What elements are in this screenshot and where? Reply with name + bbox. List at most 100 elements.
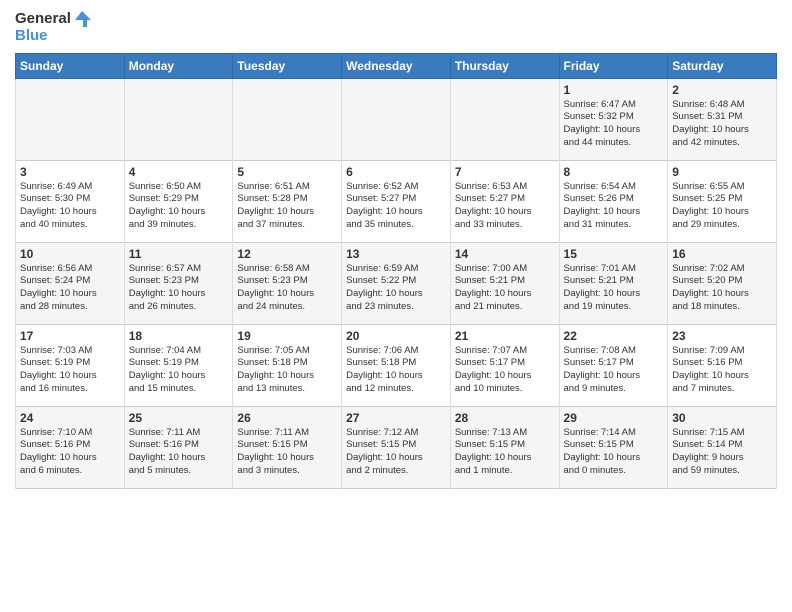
day-number: 8 [564,165,664,179]
calendar-cell: 6 Sunrise: 6:52 AM Sunset: 5:27 PM Daylig… [342,160,451,242]
calendar-cell: 16 Sunrise: 7:02 AM Sunset: 5:20 PM Dayli… [668,242,777,324]
calendar-cell: 21 Sunrise: 7:07 AM Sunset: 5:17 PM Dayli… [450,324,559,406]
day-info: Sunrise: 6:59 AM Sunset: 5:22 PM Dayligh… [346,263,446,314]
day-info: Sunrise: 7:14 AM Sunset: 5:15 PM Dayligh… [564,427,664,478]
day-info: Sunrise: 7:04 AM Sunset: 5:19 PM Dayligh… [129,345,229,396]
calendar-cell [124,78,233,160]
day-info: Sunrise: 6:49 AM Sunset: 5:30 PM Dayligh… [20,181,120,232]
day-number: 7 [455,165,555,179]
calendar-cell: 7 Sunrise: 6:53 AM Sunset: 5:27 PM Daylig… [450,160,559,242]
calendar-cell: 17 Sunrise: 7:03 AM Sunset: 5:19 PM Dayli… [16,324,125,406]
day-info: Sunrise: 7:01 AM Sunset: 5:21 PM Dayligh… [564,263,664,314]
day-info: Sunrise: 7:10 AM Sunset: 5:16 PM Dayligh… [20,427,120,478]
day-number: 13 [346,247,446,261]
day-info: Sunrise: 6:52 AM Sunset: 5:27 PM Dayligh… [346,181,446,232]
calendar-cell: 2 Sunrise: 6:48 AM Sunset: 5:31 PM Daylig… [668,78,777,160]
calendar-cell: 22Sunrise: 7:08 AM Sunset: 5:17 PM Dayli… [559,324,668,406]
day-info: Sunrise: 6:57 AM Sunset: 5:23 PM Dayligh… [129,263,229,314]
calendar-cell: 24 Sunrise: 7:10 AM Sunset: 5:16 PM Dayli… [16,406,125,488]
calendar-cell: 26Sunrise: 7:11 AM Sunset: 5:15 PM Dayli… [233,406,342,488]
calendar-cell: 20 Sunrise: 7:06 AM Sunset: 5:18 PM Dayli… [342,324,451,406]
day-number: 27 [346,411,446,425]
day-number: 20 [346,329,446,343]
day-number: 10 [20,247,120,261]
day-info: Sunrise: 7:12 AM Sunset: 5:15 PM Dayligh… [346,427,446,478]
calendar-cell: 11 Sunrise: 6:57 AM Sunset: 5:23 PM Dayli… [124,242,233,324]
day-info: Sunrise: 7:02 AM Sunset: 5:20 PM Dayligh… [672,263,772,314]
calendar-cell: 8 Sunrise: 6:54 AM Sunset: 5:26 PM Daylig… [559,160,668,242]
calendar: SundayMondayTuesdayWednesdayThursdayFrid… [15,53,777,489]
day-number: 29 [564,411,664,425]
calendar-cell: 25 Sunrise: 7:11 AM Sunset: 5:16 PM Dayli… [124,406,233,488]
calendar-cell: 15 Sunrise: 7:01 AM Sunset: 5:21 PM Dayli… [559,242,668,324]
calendar-cell: 13 Sunrise: 6:59 AM Sunset: 5:22 PM Dayli… [342,242,451,324]
day-info: Sunrise: 6:53 AM Sunset: 5:27 PM Dayligh… [455,181,555,232]
day-info: Sunrise: 7:09 AM Sunset: 5:16 PM Dayligh… [672,345,772,396]
day-of-week-header: Thursday [450,53,559,78]
day-number: 2 [672,83,772,97]
day-info: Sunrise: 7:13 AM Sunset: 5:15 PM Dayligh… [455,427,555,478]
calendar-cell: 5 Sunrise: 6:51 AM Sunset: 5:28 PM Daylig… [233,160,342,242]
day-of-week-header: Saturday [668,53,777,78]
calendar-cell: 12 Sunrise: 6:58 AM Sunset: 5:23 PM Dayli… [233,242,342,324]
day-of-week-header: Friday [559,53,668,78]
day-number: 3 [20,165,120,179]
day-info: Sunrise: 7:15 AM Sunset: 5:14 PM Dayligh… [672,427,772,478]
day-info: Sunrise: 7:11 AM Sunset: 5:15 PM Dayligh… [237,427,337,478]
day-info: Sunrise: 7:08 AM Sunset: 5:17 PM Dayligh… [564,345,664,396]
day-number: 23 [672,329,772,343]
day-number: 19 [237,329,337,343]
calendar-cell [450,78,559,160]
day-number: 17 [20,329,120,343]
calendar-cell: 14 Sunrise: 7:00 AM Sunset: 5:21 PM Dayli… [450,242,559,324]
logo-general: General [15,11,71,28]
calendar-cell [342,78,451,160]
day-number: 5 [237,165,337,179]
day-info: Sunrise: 7:05 AM Sunset: 5:18 PM Dayligh… [237,345,337,396]
calendar-cell: 23 Sunrise: 7:09 AM Sunset: 5:16 PM Dayli… [668,324,777,406]
day-info: Sunrise: 6:51 AM Sunset: 5:28 PM Dayligh… [237,181,337,232]
day-info: Sunrise: 6:56 AM Sunset: 5:24 PM Dayligh… [20,263,120,314]
day-number: 11 [129,247,229,261]
day-number: 4 [129,165,229,179]
day-info: Sunrise: 6:54 AM Sunset: 5:26 PM Dayligh… [564,181,664,232]
day-of-week-header: Tuesday [233,53,342,78]
day-info: Sunrise: 7:06 AM Sunset: 5:18 PM Dayligh… [346,345,446,396]
logo-bird-icon [73,10,91,28]
logo-blue: Blue [15,28,91,45]
calendar-cell: 4 Sunrise: 6:50 AM Sunset: 5:29 PM Daylig… [124,160,233,242]
logo: General Blue [15,10,91,45]
day-number: 1 [564,83,664,97]
calendar-cell: 9Sunrise: 6:55 AM Sunset: 5:25 PM Daylig… [668,160,777,242]
day-number: 14 [455,247,555,261]
day-of-week-header: Wednesday [342,53,451,78]
day-number: 12 [237,247,337,261]
calendar-cell: 28 Sunrise: 7:13 AM Sunset: 5:15 PM Dayli… [450,406,559,488]
day-of-week-header: Monday [124,53,233,78]
day-number: 16 [672,247,772,261]
day-info: Sunrise: 7:07 AM Sunset: 5:17 PM Dayligh… [455,345,555,396]
day-info: Sunrise: 7:03 AM Sunset: 5:19 PM Dayligh… [20,345,120,396]
day-number: 24 [20,411,120,425]
day-number: 21 [455,329,555,343]
calendar-cell: 27 Sunrise: 7:12 AM Sunset: 5:15 PM Dayli… [342,406,451,488]
day-info: Sunrise: 6:47 AM Sunset: 5:32 PM Dayligh… [564,99,664,150]
calendar-cell: 18 Sunrise: 7:04 AM Sunset: 5:19 PM Dayli… [124,324,233,406]
day-of-week-header: Sunday [16,53,125,78]
day-number: 28 [455,411,555,425]
day-number: 30 [672,411,772,425]
day-number: 18 [129,329,229,343]
day-info: Sunrise: 6:58 AM Sunset: 5:23 PM Dayligh… [237,263,337,314]
day-info: Sunrise: 6:50 AM Sunset: 5:29 PM Dayligh… [129,181,229,232]
day-info: Sunrise: 7:11 AM Sunset: 5:16 PM Dayligh… [129,427,229,478]
calendar-cell: 3 Sunrise: 6:49 AM Sunset: 5:30 PM Daylig… [16,160,125,242]
day-info: Sunrise: 6:48 AM Sunset: 5:31 PM Dayligh… [672,99,772,150]
calendar-cell [233,78,342,160]
calendar-cell: 29 Sunrise: 7:14 AM Sunset: 5:15 PM Dayli… [559,406,668,488]
day-number: 6 [346,165,446,179]
day-number: 9 [672,165,772,179]
day-number: 25 [129,411,229,425]
day-number: 15 [564,247,664,261]
day-info: Sunrise: 7:00 AM Sunset: 5:21 PM Dayligh… [455,263,555,314]
calendar-cell: 19 Sunrise: 7:05 AM Sunset: 5:18 PM Dayli… [233,324,342,406]
